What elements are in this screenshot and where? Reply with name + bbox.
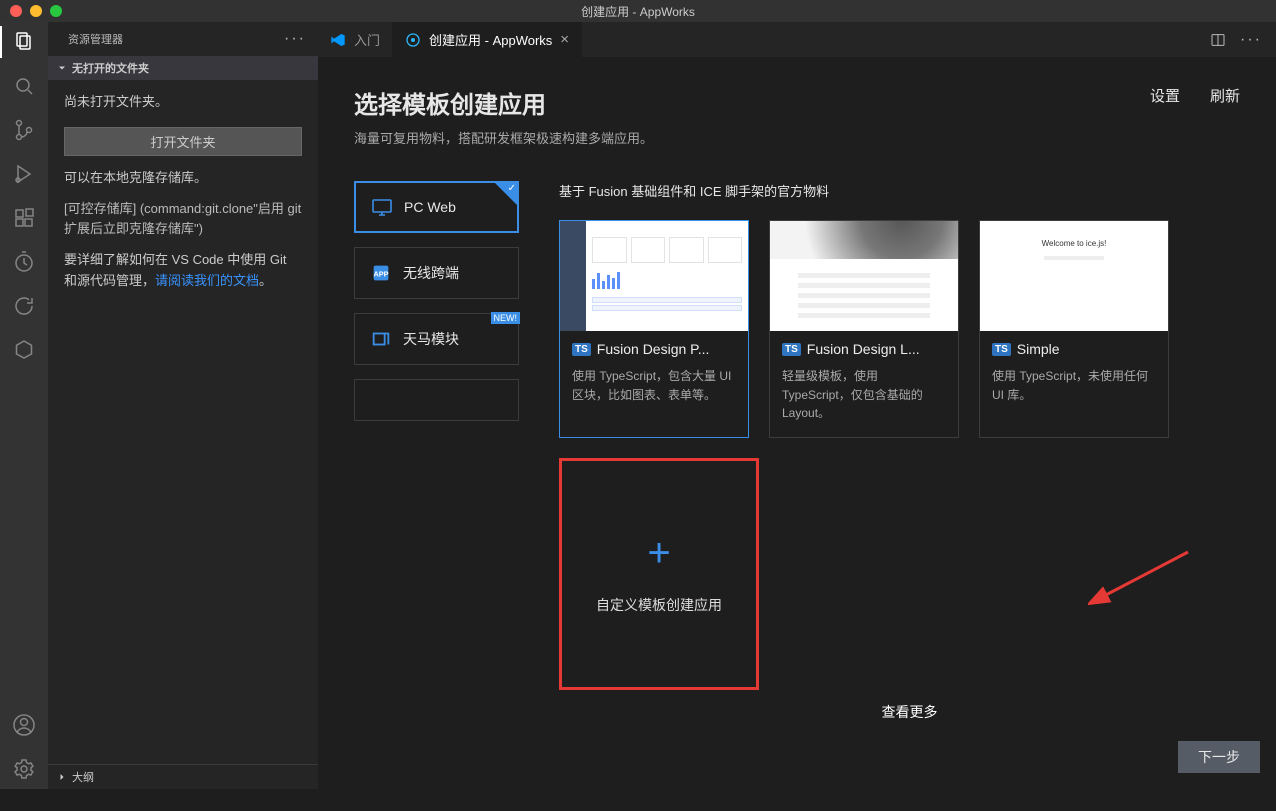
next-step-button[interactable]: 下一步 [1178, 741, 1260, 773]
category-empty[interactable] [354, 379, 519, 421]
template-thumbnail [560, 221, 748, 331]
category-pc-web[interactable]: PC Web [354, 181, 519, 233]
thumb-text: Welcome to ice.js! [1042, 239, 1107, 248]
git-hint-text: 要详细了解如何在 VS Code 中使用 Git 和源代码管理，请阅读我们的文档… [64, 250, 302, 292]
page-subtitle: 海量可复用物料，搭配研发框架极速构建多端应用。 [354, 128, 1240, 147]
tab-appworks[interactable]: 创建应用 - AppWorks × [393, 22, 582, 57]
sidebar-outline-label: 大纲 [72, 769, 94, 785]
new-badge: NEW! [491, 312, 521, 324]
app-icon: APP [369, 261, 393, 285]
open-folder-button[interactable]: 打开文件夹 [64, 127, 302, 156]
template-title: Fusion Design L... [807, 341, 920, 357]
refresh-icon[interactable] [12, 294, 36, 318]
tab-welcome[interactable]: 入门 [318, 22, 393, 57]
editor-area: 入门 创建应用 - AppWorks × ··· 选择模板创建应用 设置 刷新 … [318, 22, 1276, 789]
refresh-link[interactable]: 刷新 [1210, 85, 1240, 106]
search-icon[interactable] [12, 74, 36, 98]
template-title: Simple [1017, 341, 1060, 357]
view-more[interactable]: 查看更多 [579, 702, 1240, 722]
explorer-icon[interactable] [12, 30, 36, 54]
timer-icon[interactable] [12, 250, 36, 274]
page-title: 选择模板创建应用 [354, 85, 546, 120]
category-list: PC Web APP 无线跨端 天马模块 NEW! [354, 181, 519, 722]
category-label: 天马模块 [403, 329, 459, 349]
appworks-icon [405, 32, 421, 48]
more-actions-icon[interactable]: ··· [1240, 31, 1262, 49]
docs-link[interactable]: 请阅读我们的文档 [155, 273, 259, 288]
more-actions-icon[interactable]: ··· [284, 30, 306, 48]
template-desc: 使用 TypeScript，包含大量 UI 区块，比如图表、表单等。 [572, 367, 736, 404]
run-debug-icon[interactable] [12, 162, 36, 186]
ts-badge: TS [782, 343, 801, 356]
split-editor-icon[interactable] [1210, 32, 1226, 48]
category-label: 无线跨端 [403, 263, 459, 283]
selected-check-icon [495, 183, 517, 205]
extensions-icon[interactable] [12, 206, 36, 230]
module-icon [369, 327, 393, 351]
sidebar-section-outline[interactable]: 大纲 [48, 764, 318, 789]
minimize-window-button[interactable] [30, 5, 42, 17]
editor-tabs: 入门 创建应用 - AppWorks × ··· [318, 22, 1276, 57]
tab-label: 入门 [354, 30, 380, 49]
settings-gear-icon[interactable] [12, 757, 36, 781]
close-window-button[interactable] [10, 5, 22, 17]
template-card[interactable]: TS Fusion Design P... 使用 TypeScript，包含大量 … [559, 220, 749, 438]
account-icon[interactable] [12, 713, 36, 737]
sidebar-section-no-folder[interactable]: 无打开的文件夹 [48, 56, 318, 80]
template-title: Fusion Design P... [597, 341, 710, 357]
clone-hint-text: 可以在本地克隆存储库。 [64, 168, 302, 189]
template-card[interactable]: Welcome to ice.js! TS Simple 使用 TypeScrip… [979, 220, 1169, 438]
category-tianma[interactable]: 天马模块 NEW! [354, 313, 519, 365]
close-tab-icon[interactable]: × [560, 31, 569, 48]
template-grid: TS Fusion Design P... 使用 TypeScript，包含大量 … [559, 220, 1240, 438]
monitor-icon [370, 195, 394, 219]
ts-badge: TS [572, 343, 591, 356]
template-desc: 轻量级模板，使用 TypeScript，仅包含基础的 Layout。 [782, 367, 946, 423]
plus-icon: + [647, 533, 670, 573]
category-wireless[interactable]: APP 无线跨端 [354, 247, 519, 299]
sidebar-title: 资源管理器 [68, 31, 123, 47]
sidebar-section-label: 无打开的文件夹 [72, 60, 149, 76]
no-folder-text: 尚未打开文件夹。 [64, 92, 302, 113]
ts-badge: TS [992, 343, 1011, 356]
chevron-down-icon [56, 62, 68, 74]
title-bar: 创建应用 - AppWorks [0, 0, 1276, 22]
activity-bar [0, 22, 48, 789]
category-label: PC Web [404, 199, 456, 215]
hexagon-icon[interactable] [12, 338, 36, 362]
source-control-icon[interactable] [12, 118, 36, 142]
traffic-lights [0, 5, 62, 17]
vscode-icon [330, 32, 346, 48]
window-title: 创建应用 - AppWorks [581, 3, 695, 20]
custom-template-card[interactable]: + 自定义模板创建应用 [559, 458, 759, 690]
sidebar-explorer: 资源管理器 ··· 无打开的文件夹 尚未打开文件夹。 打开文件夹 可以在本地克隆… [48, 22, 318, 789]
template-thumbnail [770, 221, 958, 331]
appworks-content: 选择模板创建应用 设置 刷新 海量可复用物料，搭配研发框架极速构建多端应用。 P… [318, 57, 1276, 789]
clone-cmd-text: [可控存储库] (command:git.clone"启用 git 扩展后立即克… [64, 199, 302, 241]
template-desc: 使用 TypeScript，未使用任何 UI 库。 [992, 367, 1156, 404]
custom-template-label: 自定义模板创建应用 [596, 595, 722, 615]
template-thumbnail: Welcome to ice.js! [980, 221, 1168, 331]
template-hint: 基于 Fusion 基础组件和 ICE 脚手架的官方物料 [559, 181, 1240, 200]
chevron-right-icon [56, 771, 68, 783]
template-card[interactable]: TS Fusion Design L... 轻量级模板，使用 TypeScript… [769, 220, 959, 438]
maximize-window-button[interactable] [50, 5, 62, 17]
tab-label: 创建应用 - AppWorks [429, 30, 552, 49]
settings-link[interactable]: 设置 [1150, 85, 1180, 106]
svg-text:APP: APP [373, 270, 388, 279]
